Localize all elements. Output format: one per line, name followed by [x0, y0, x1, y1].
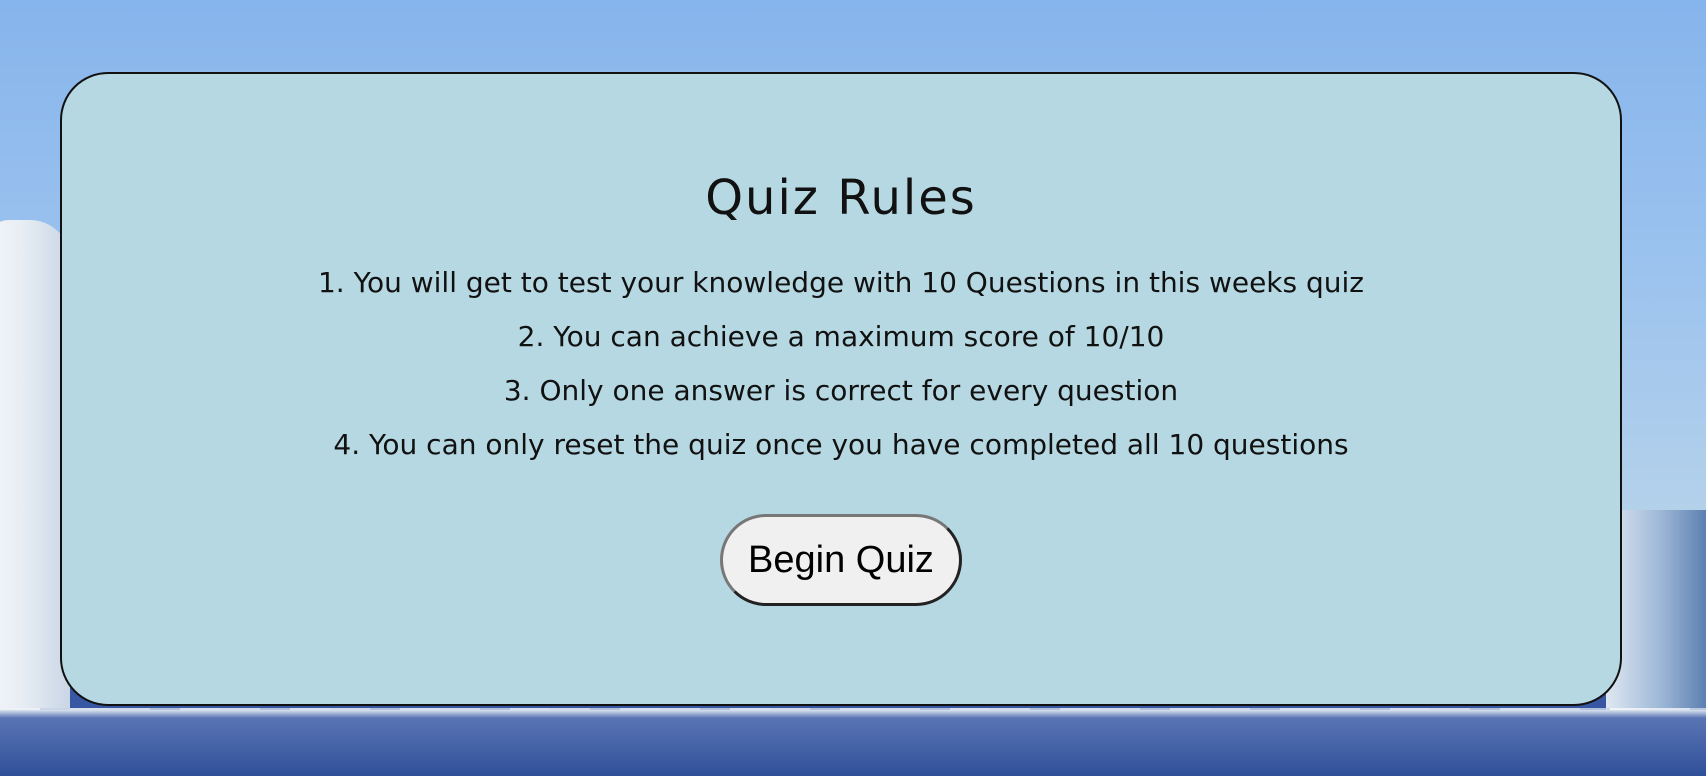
page-title: Quiz Rules [705, 170, 977, 226]
quiz-rules-card: Quiz Rules 1. You will get to test your … [60, 72, 1622, 706]
rules-list: 1. You will get to test your knowledge w… [62, 256, 1620, 472]
rule-item-4: 4. You can only reset the quiz once you … [333, 428, 1349, 461]
sea [0, 710, 1706, 776]
rule-item-1: 1. You will get to test your knowledge w… [317, 266, 1365, 299]
rule-item-3: 3. Only one answer is correct for every … [503, 374, 1179, 407]
begin-quiz-button[interactable]: Begin Quiz [720, 514, 962, 606]
rule-item-2: 2. You can achieve a maximum score of 10… [517, 320, 1165, 353]
